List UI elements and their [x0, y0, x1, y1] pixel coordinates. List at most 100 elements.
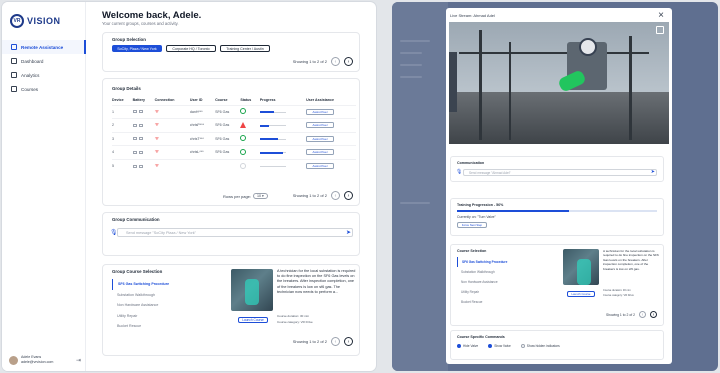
command-label: Show hidden indicators — [526, 344, 560, 348]
force-next-step-button[interactable]: Force Next Step — [457, 222, 487, 228]
launch-course-button[interactable]: Launch Course — [567, 291, 595, 297]
card-title: Training Progression - 56% — [457, 203, 504, 207]
sidebar-item-analytics[interactable]: Analytics — [2, 68, 86, 82]
microphone-icon[interactable]: 🎙 — [456, 169, 462, 175]
assistance-cell: Assist Peer — [306, 131, 356, 146]
sidebar-item-courses[interactable]: Courses — [2, 82, 86, 96]
list-item[interactable]: SF6 Gas Switching Procedure — [457, 257, 547, 267]
assist-button[interactable]: Assist Peer — [306, 163, 335, 169]
logout-icon[interactable]: ⇥ — [76, 357, 81, 364]
next-page-button[interactable]: › — [344, 191, 353, 200]
next-page-button[interactable]: › — [650, 311, 657, 318]
column-header: Connection — [154, 98, 175, 103]
command-toggle[interactable]: Show hidden indicators — [520, 344, 560, 348]
prev-page-button[interactable]: ‹ — [331, 337, 340, 346]
group-course-selection-card: Group Course Selection SF6 Gas Switching… — [102, 264, 360, 356]
send-icon[interactable]: ➤ — [651, 169, 655, 175]
list-item[interactable]: Non Hardware Assistance — [112, 300, 222, 311]
card-title: Group Course Selection — [112, 269, 163, 274]
prev-page-button[interactable]: ‹ — [639, 311, 646, 318]
progress-bar — [259, 110, 286, 114]
list-item[interactable]: Utility Repair — [112, 311, 222, 322]
assist-button[interactable]: Assist Peer — [306, 149, 335, 156]
prev-page-button[interactable]: ‹ — [331, 191, 340, 200]
card-title: Course Selection — [457, 249, 487, 253]
message-input[interactable]: Send message "Ahmad Adel" — [463, 169, 657, 176]
rows-per-page-value: 10 — [257, 194, 262, 198]
assist-button[interactable]: Assist Peer — [306, 122, 335, 129]
next-page-button[interactable]: › — [344, 57, 353, 66]
launch-course-button[interactable]: Launch Course — [238, 317, 268, 323]
course-category: Course category: VR Drive — [603, 293, 634, 297]
send-icon[interactable]: ➤ — [346, 229, 351, 236]
battery-icon — [132, 110, 137, 114]
prev-page-button[interactable]: ‹ — [331, 57, 340, 66]
brand-logo[interactable]: VR VISION — [10, 14, 61, 28]
sidebar-item-dashboard[interactable]: Dashboard — [2, 54, 86, 68]
user-profile[interactable]: Adele Evans adele@vrvision.com ⇥ — [9, 355, 81, 365]
list-item[interactable]: Substation Walkthrough — [457, 267, 547, 277]
device-cell: 1 — [112, 104, 133, 119]
sidebar-item-label: Courses — [21, 86, 39, 92]
pager: Showing 1 to 2 of 2 ‹ › — [293, 57, 353, 66]
sidebar-item-remote-assistance[interactable]: Remote Assistance — [2, 40, 86, 54]
wifi-icon: ᯤ — [154, 149, 160, 156]
status-ok-icon — [240, 148, 247, 155]
gauge-icon — [579, 38, 597, 56]
expand-icon[interactable] — [656, 26, 664, 34]
live-video-feed[interactable] — [449, 22, 669, 144]
dimmed-nav-item — [400, 76, 422, 78]
rows-per-page: Rows per page: 10 ▾ — [223, 193, 268, 199]
list-item[interactable]: Non Hardware Assistance — [457, 277, 547, 287]
table-row: 1 ᯤ danH*** SF6 Gas Assist Peer — [112, 104, 356, 119]
assist-button[interactable]: Assist Peer — [306, 108, 335, 115]
group-chip[interactable]: Training Center / Austin — [220, 45, 270, 52]
group-chip[interactable]: SoCity, Plaza / New York — [112, 45, 162, 52]
course-thumbnail — [231, 269, 273, 311]
list-item[interactable]: SF6 Gas Switching Procedure — [112, 279, 222, 290]
progress-bar — [259, 150, 286, 154]
column-header: Progress — [259, 98, 276, 103]
progress-cell — [259, 118, 307, 132]
connection-cell: ᯤ — [154, 131, 190, 146]
assist-button[interactable]: Assist Peer — [306, 135, 335, 142]
progress-cell — [259, 158, 307, 173]
list-item[interactable]: Substation Walkthrough — [112, 290, 222, 301]
group-message-input[interactable]: Send message "SoCity Plaza / New York" — [117, 228, 353, 237]
table-row: 2 ᯤ chrisP*** SF6 Gas Assist Peer — [112, 118, 356, 132]
dimmed-nav-item — [400, 52, 422, 54]
list-item[interactable]: Bucket Rescue — [112, 321, 222, 332]
grid-icon — [11, 58, 17, 64]
group-chip[interactable]: Corporate HQ / Toronto — [166, 45, 216, 52]
command-toggle[interactable]: Show Valve — [488, 344, 511, 348]
rows-per-page-select[interactable]: 10 ▾ — [253, 193, 268, 199]
group-details-card: Group Details Device Battery Connection … — [102, 78, 360, 206]
course-list: SF6 Gas Switching Procedure Substation W… — [457, 257, 547, 307]
battery-icon — [132, 164, 137, 168]
list-item[interactable]: Bucket Rescue — [457, 297, 547, 307]
table-row: 3 ᯤ chrisT*** SF6 Gas Assist Peer — [112, 131, 356, 146]
assistance-cell: Assist Peer — [306, 118, 356, 132]
card-title: Communication — [457, 161, 485, 165]
course-list: SF6 Gas Switching Procedure Substation W… — [112, 279, 222, 332]
progress-cell — [259, 104, 307, 119]
pager-text: Showing 1 to 2 of 2 — [292, 339, 327, 344]
command-toggle[interactable]: Hide Valve — [457, 344, 478, 348]
card-title: Group Details — [112, 86, 141, 91]
table-header-row: Device Battery Connection User ID Course… — [112, 96, 356, 105]
battery-cell — [132, 118, 155, 132]
sidebar: VR VISION Remote Assistance Dashboard An… — [2, 2, 86, 371]
video-structure — [449, 52, 457, 112]
battery-cell — [132, 145, 155, 159]
assistance-cell: Assist Peer — [306, 158, 356, 173]
list-item[interactable]: Utility Repair — [457, 287, 547, 297]
user-info: Adele Evans adele@vrvision.com — [21, 355, 73, 365]
headset-icon — [138, 110, 143, 114]
monitor-icon — [11, 44, 17, 50]
next-page-button[interactable]: › — [344, 337, 353, 346]
book-icon — [11, 86, 17, 92]
close-icon[interactable]: × — [658, 10, 664, 21]
progress-fill — [259, 138, 279, 141]
wifi-icon: ᯤ — [154, 163, 160, 169]
course-thumbnail — [563, 249, 599, 285]
